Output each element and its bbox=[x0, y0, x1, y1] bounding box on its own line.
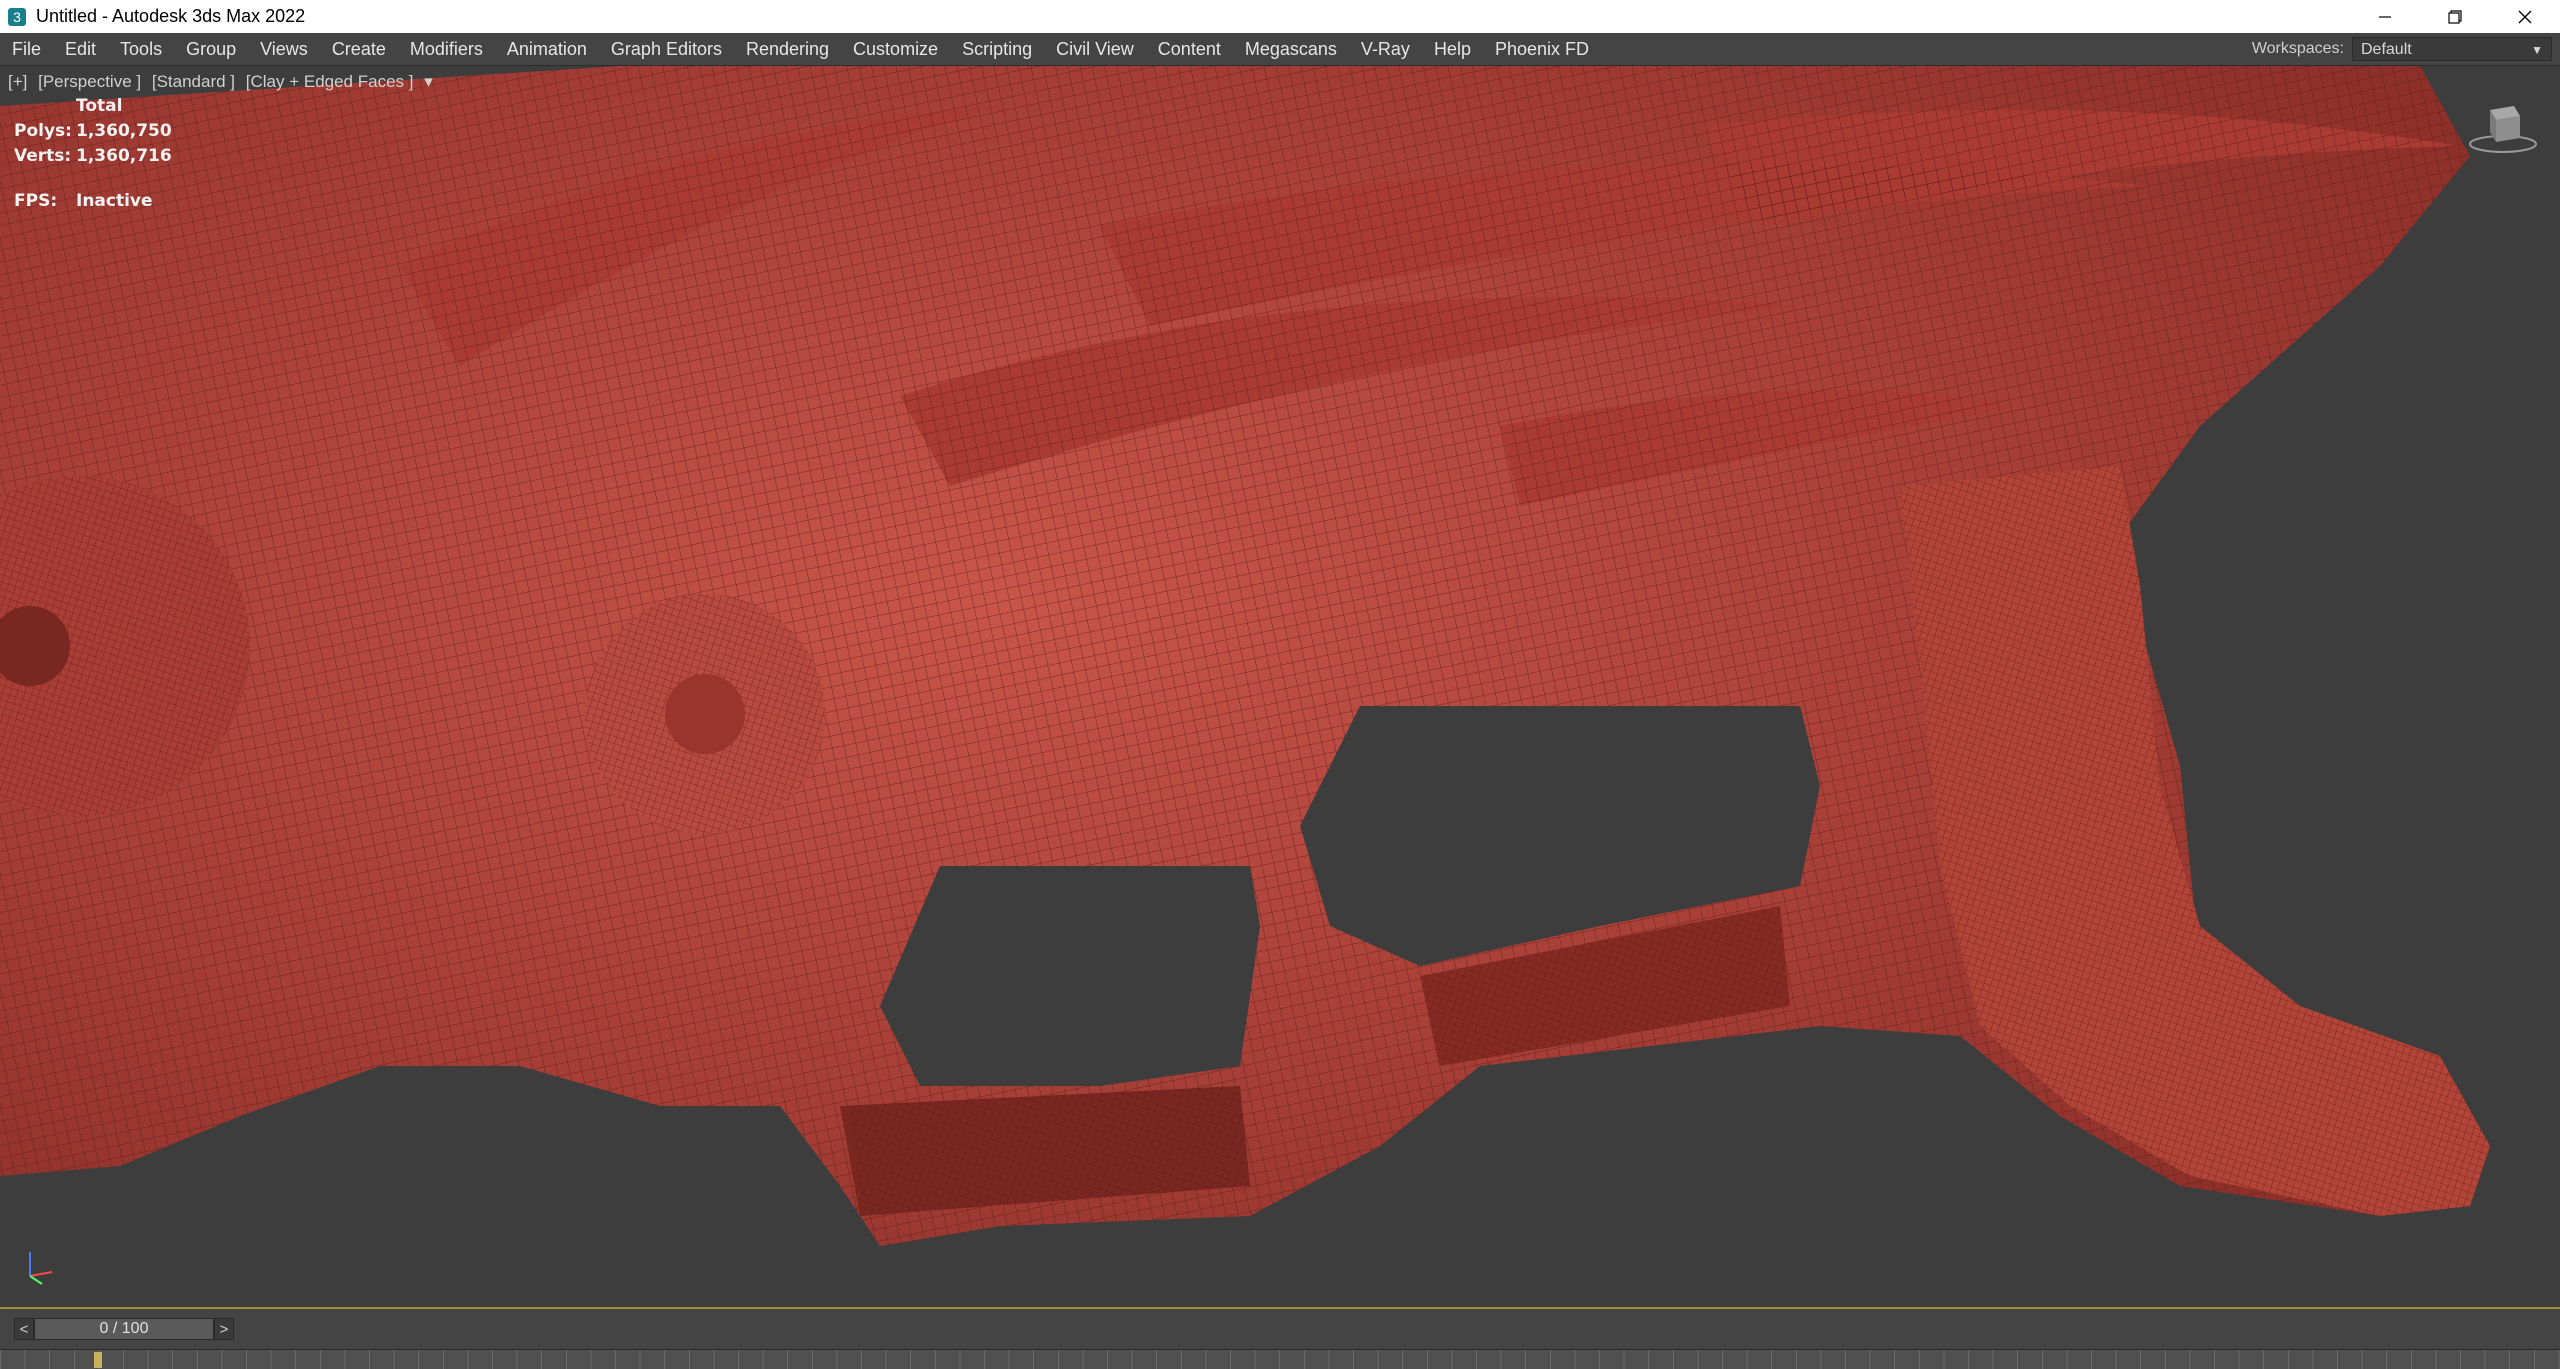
menu-megascans[interactable]: Megascans bbox=[1233, 33, 1349, 65]
menu-rendering[interactable]: Rendering bbox=[734, 33, 841, 65]
fps-value: Inactive bbox=[76, 191, 153, 211]
trigger-opening bbox=[880, 866, 1260, 1086]
verts-label: Verts: bbox=[14, 146, 72, 166]
stats-total-label: Total bbox=[76, 96, 123, 116]
svg-text:3: 3 bbox=[13, 9, 21, 25]
viewport-label: [+] [Perspective ] [Standard ] [Clay + E… bbox=[8, 72, 439, 92]
menu-help[interactable]: Help bbox=[1422, 33, 1483, 65]
axis-tripod-icon bbox=[18, 1246, 58, 1291]
viewport-point-of-view[interactable]: [Perspective ] bbox=[38, 72, 141, 91]
menu-customize[interactable]: Customize bbox=[841, 33, 950, 65]
stock-wireframe bbox=[1900, 466, 2490, 1216]
viewport-menu-plus[interactable]: [+] bbox=[8, 72, 27, 91]
workspaces-label: Workspaces: bbox=[2251, 40, 2344, 57]
restore-icon[interactable] bbox=[2420, 0, 2490, 33]
track-bar[interactable] bbox=[0, 1349, 2560, 1369]
menu-file[interactable]: File bbox=[0, 33, 53, 65]
window-controls bbox=[2350, 0, 2560, 33]
close-icon[interactable] bbox=[2490, 0, 2560, 33]
verts-value: 1,360,716 bbox=[76, 146, 172, 166]
menu-animation[interactable]: Animation bbox=[495, 33, 599, 65]
viewport-statistics: Total Polys: 1,360,750 Verts: 1,360,716 FP… bbox=[14, 96, 172, 216]
workspace-dropdown[interactable]: Default ▼ bbox=[2352, 37, 2552, 61]
time-slider[interactable]: 0 / 100 bbox=[34, 1318, 214, 1340]
time-slider-track[interactable] bbox=[238, 1318, 2560, 1340]
menu-civil-view[interactable]: Civil View bbox=[1044, 33, 1146, 65]
menu-scripting[interactable]: Scripting bbox=[950, 33, 1044, 65]
next-frame-button[interactable]: > bbox=[214, 1318, 234, 1340]
track-bar-ticks bbox=[0, 1350, 2560, 1369]
viewcube-icon[interactable] bbox=[2468, 96, 2538, 156]
menu-modifiers[interactable]: Modifiers bbox=[398, 33, 495, 65]
polys-label: Polys: bbox=[14, 121, 72, 141]
menu-create[interactable]: Create bbox=[320, 33, 398, 65]
workspace-value: Default bbox=[2361, 41, 2412, 58]
sculpted-weapon-model[interactable] bbox=[0, 66, 2560, 1307]
menu-phoenix-fd[interactable]: Phoenix FD bbox=[1483, 33, 1601, 65]
fps-label: FPS: bbox=[14, 191, 58, 211]
3dsmax-app-icon[interactable]: 3 bbox=[6, 6, 28, 28]
title-bar: 3 Untitled - Autodesk 3ds Max 2022 bbox=[0, 0, 2560, 33]
window-title: Untitled - Autodesk 3ds Max 2022 bbox=[36, 6, 306, 26]
filter-icon[interactable]: ▾ bbox=[424, 72, 433, 91]
chevron-down-icon: ▼ bbox=[2531, 43, 2543, 57]
menu-tools[interactable]: Tools bbox=[108, 33, 174, 65]
previous-frame-button[interactable]: < bbox=[14, 1318, 34, 1340]
time-slider-bar: < 0 / 100 > bbox=[0, 1309, 2560, 1349]
viewport-shading-mode[interactable]: [Standard ] bbox=[152, 72, 235, 91]
perspective-viewport[interactable]: [+] [Perspective ] [Standard ] [Clay + E… bbox=[0, 66, 2560, 1309]
menu-views[interactable]: Views bbox=[248, 33, 320, 65]
workspace-selector-group: Workspaces: Default ▼ bbox=[2252, 33, 2560, 65]
main-menubar: File Edit Tools Group Views Create Modif… bbox=[0, 33, 2560, 66]
viewport-display-style[interactable]: [Clay + Edged Faces ] bbox=[246, 72, 414, 91]
menu-group[interactable]: Group bbox=[174, 33, 248, 65]
menu-edit[interactable]: Edit bbox=[53, 33, 108, 65]
current-frame-marker[interactable] bbox=[94, 1352, 102, 1368]
minimize-icon[interactable] bbox=[2350, 0, 2420, 33]
polys-value: 1,360,750 bbox=[76, 121, 172, 141]
menu-vray[interactable]: V-Ray bbox=[1349, 33, 1422, 65]
menu-content[interactable]: Content bbox=[1146, 33, 1233, 65]
menu-graph-editors[interactable]: Graph Editors bbox=[599, 33, 734, 65]
sun-medallion bbox=[585, 594, 825, 834]
